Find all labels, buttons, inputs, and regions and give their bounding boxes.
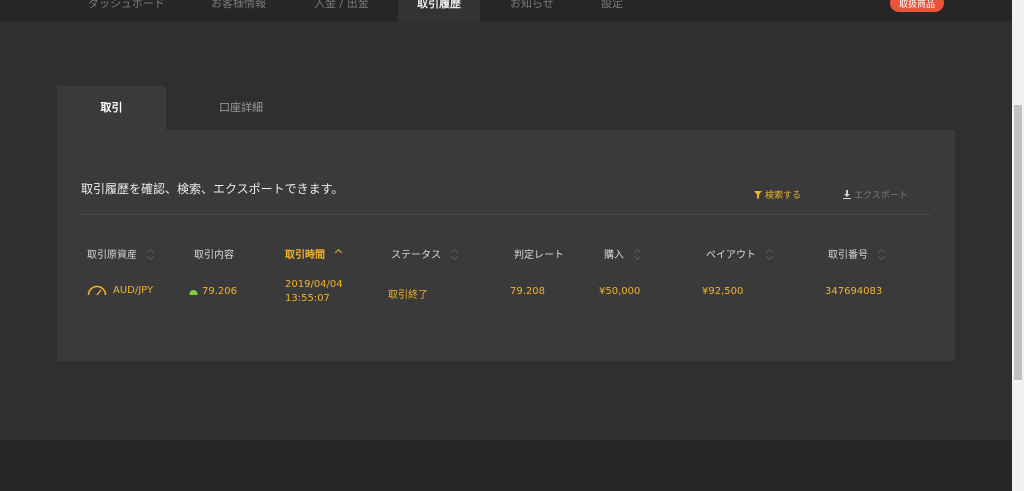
column-header-label: ペイアウト <box>706 250 756 261</box>
table-row-asset: AUD/JPY <box>87 285 153 296</box>
table-row-purchase: ¥50,000 <box>599 286 641 297</box>
scrollbar-thumb[interactable] <box>1014 105 1022 380</box>
table-row-payout: ¥92,500 <box>702 286 744 297</box>
nav-settings[interactable]: 設定 <box>601 0 641 22</box>
filter-icon <box>754 190 762 199</box>
column-header-label: 取引時間 <box>285 250 325 261</box>
table-row-time: 2019/04/04 13:55:07 <box>285 278 343 306</box>
column-header-label: 判定レート <box>514 250 564 261</box>
sort-icon <box>147 248 155 260</box>
column-header-time[interactable]: 取引時間 <box>285 246 343 261</box>
nav-deposit-withdraw[interactable]: 入金 / 出金 <box>314 0 384 22</box>
sort-icon <box>878 248 886 260</box>
footer-bar <box>0 440 1012 491</box>
column-header-label: 取引内容 <box>194 250 234 261</box>
page: ダッシュボード お客様情報 入金 / 出金 取引履歴 お知らせ 設定 取扱商品 … <box>0 0 1024 491</box>
column-header-purchase[interactable]: 購入 <box>604 246 642 261</box>
nav-trade-history[interactable]: 取引履歴 <box>398 0 480 22</box>
trade-history-panel: 取引履歴を確認、検索、エクスポートできます。 検索する エクスポート 取引原資産… <box>57 130 955 361</box>
export-button-label: エクスポート <box>854 191 908 201</box>
sort-icon <box>766 248 774 260</box>
column-header-label: 取引番号 <box>828 250 868 261</box>
sort-ascending-icon <box>335 248 343 260</box>
top-navigation: ダッシュボード お客様情報 入金 / 出金 取引履歴 お知らせ 設定 取扱商品 <box>0 0 1012 22</box>
export-button[interactable]: エクスポート <box>843 188 908 201</box>
products-button[interactable]: 取扱商品 <box>890 0 944 12</box>
divider <box>81 214 931 215</box>
sort-icon <box>634 248 642 260</box>
vertical-scrollbar[interactable] <box>1012 0 1024 491</box>
gauge-icon <box>87 285 107 296</box>
column-header-trade-no[interactable]: 取引番号 <box>828 246 886 261</box>
tab-trades[interactable]: 取引 <box>57 86 166 130</box>
trade-date: 2019/04/04 <box>285 279 343 290</box>
column-header-asset[interactable]: 取引原資産 <box>87 246 155 261</box>
nav-dashboard[interactable]: ダッシュボード <box>88 0 178 22</box>
content-value: 79.206 <box>202 286 237 297</box>
trade-time: 13:55:07 <box>285 293 330 304</box>
up-arrow-icon <box>189 289 198 295</box>
column-header-rate: 判定レート <box>514 246 564 261</box>
asset-name: AUD/JPY <box>113 285 154 296</box>
tab-account-details[interactable]: 口座詳細 <box>166 86 316 130</box>
table-row-rate: 79.208 <box>510 286 545 297</box>
column-header-payout[interactable]: ペイアウト <box>706 246 774 261</box>
nav-customer-info[interactable]: お客様情報 <box>211 0 281 22</box>
column-header-status[interactable]: ステータス <box>391 246 459 261</box>
table-row-trade-no: 347694083 <box>825 286 883 297</box>
panel-description: 取引履歴を確認、検索、エクスポートできます。 <box>81 182 344 196</box>
table-row-status: 取引終了 <box>388 290 428 301</box>
table-row-content: 79.206 <box>189 286 237 297</box>
nav-notices[interactable]: お知らせ <box>510 0 570 22</box>
sort-icon <box>451 248 459 260</box>
search-button[interactable]: 検索する <box>754 188 801 201</box>
column-header-label: 取引原資産 <box>87 250 137 261</box>
column-header-content: 取引内容 <box>194 246 234 261</box>
column-header-label: ステータス <box>391 250 441 261</box>
search-button-label: 検索する <box>765 191 802 201</box>
column-header-label: 購入 <box>604 250 624 261</box>
download-icon <box>843 190 851 199</box>
